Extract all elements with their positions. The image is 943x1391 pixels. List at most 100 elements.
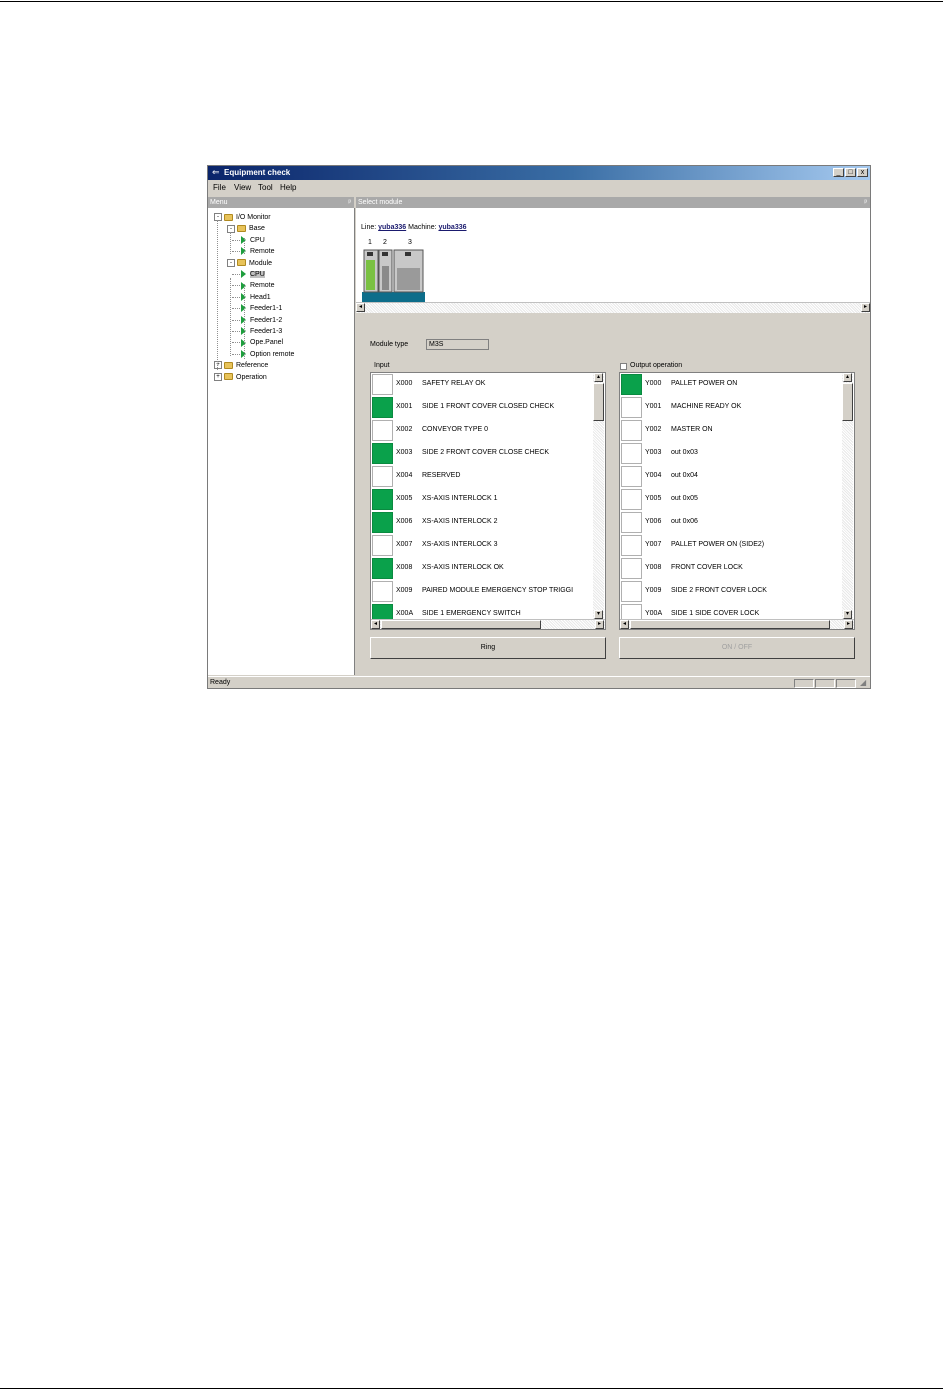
output-vscroll[interactable]: ▴ ▾	[842, 373, 853, 619]
tree-connector	[232, 296, 240, 298]
pin-icon[interactable]: ᵖ	[864, 197, 867, 208]
resize-grip-icon[interactable]: ◢	[860, 677, 866, 688]
output-row[interactable]: Y007 PALLET POWER ON (SIDE2)	[620, 534, 842, 557]
scroll-thumb[interactable]	[842, 383, 853, 421]
scroll-down-icon[interactable]: ▾	[594, 610, 603, 619]
input-row[interactable]: X000 SAFETY RELAY OK	[371, 373, 593, 396]
maximize-button[interactable]: □	[845, 168, 856, 177]
tree-label: Ope.Panel	[250, 339, 284, 347]
input-hscroll[interactable]: ◂ ▸	[371, 619, 605, 629]
io-code: Y002	[645, 426, 662, 433]
tree-label: Reference	[236, 362, 269, 370]
tree-item[interactable]: Ope.Panel	[232, 338, 284, 347]
expand-icon[interactable]: +	[214, 361, 222, 370]
on-off-button[interactable]: ON / OFF	[619, 637, 855, 659]
scroll-thumb[interactable]	[593, 383, 604, 421]
output-row[interactable]: Y004 out 0x04	[620, 465, 842, 488]
scroll-left-icon[interactable]: ◂	[356, 303, 365, 312]
output-hscroll[interactable]: ◂ ▸	[620, 619, 854, 629]
status-lamp	[621, 374, 642, 395]
output-operation-label: Output operation	[630, 362, 683, 369]
collapse-icon[interactable]: -	[227, 224, 235, 233]
input-vscroll[interactable]: ▴ ▾	[593, 373, 604, 619]
menu-view[interactable]: View	[234, 183, 251, 192]
input-row[interactable]: X007 XS-AXIS INTERLOCK 3	[371, 534, 593, 557]
tree-item[interactable]: Feeder1-3	[232, 327, 283, 336]
output-operation-checkbox[interactable]	[620, 363, 627, 370]
tree-item[interactable]: Remote	[232, 281, 275, 290]
close-button[interactable]: x	[857, 168, 868, 177]
title-bar[interactable]: ⇐ Equipment check _ □ x	[208, 166, 870, 180]
scroll-right-icon[interactable]: ▸	[861, 303, 870, 312]
input-list[interactable]: X000 SAFETY RELAY OK X001 SIDE 1 FRONT COVE…	[370, 372, 606, 630]
output-row[interactable]: Y002 MASTER ON	[620, 419, 842, 442]
output-list[interactable]: Y000 PALLET POWER ON Y001 MACHINE READY OK Y…	[619, 372, 855, 630]
status-lamp	[621, 466, 642, 487]
collapse-icon[interactable]: -	[214, 213, 222, 222]
select-module-hscroll[interactable]: ◂ ▸	[356, 302, 870, 313]
status-lamp	[372, 443, 393, 464]
output-row[interactable]: Y009 SIDE 2 FRONT COVER LOCK	[620, 580, 842, 603]
menu-tool[interactable]: Tool	[258, 183, 273, 192]
tree-folder[interactable]: - I/O Monitor	[214, 213, 271, 222]
input-row[interactable]: X005 XS-AXIS INTERLOCK 1	[371, 488, 593, 511]
output-row[interactable]: Y000 PALLET POWER ON	[620, 373, 842, 396]
io-code: X002	[396, 426, 413, 433]
input-row[interactable]: X002 CONVEYOR TYPE 0	[371, 419, 593, 442]
output-row[interactable]: Y008 FRONT COVER LOCK	[620, 557, 842, 580]
scroll-left-icon[interactable]: ◂	[620, 620, 629, 629]
scroll-thumb[interactable]	[630, 620, 830, 629]
output-row[interactable]: Y001 MACHINE READY OK	[620, 396, 842, 419]
output-row[interactable]: Y006 out 0x06	[620, 511, 842, 534]
tree-connector	[217, 220, 218, 370]
input-row[interactable]: X003 SIDE 2 FRONT COVER CLOSE CHECK	[371, 442, 593, 465]
tree-folder[interactable]: - Module	[227, 258, 272, 268]
output-row[interactable]: Y003 out 0x03	[620, 442, 842, 465]
expand-icon[interactable]: +	[214, 372, 222, 381]
scroll-left-icon[interactable]: ◂	[371, 620, 380, 629]
menu-tree: - I/O Monitor - Base CPU Remote - Module CPU Remo…	[208, 208, 355, 675]
io-code: Y005	[645, 495, 662, 502]
io-name: SIDE 1 SIDE COVER LOCK	[671, 610, 760, 617]
input-row[interactable]: X009 PAIRED MODULE EMERGENCY STOP TRIGGI	[371, 580, 593, 603]
scroll-right-icon[interactable]: ▸	[844, 620, 853, 629]
status-lamp	[621, 420, 642, 441]
machine-link[interactable]: yuba336	[438, 224, 466, 231]
module-diagram[interactable]: 1 2 3	[362, 239, 425, 302]
tree-connector	[232, 353, 240, 355]
tree-folder[interactable]: - Base	[227, 224, 265, 233]
menu-help[interactable]: Help	[280, 183, 296, 192]
folder-icon	[237, 225, 246, 233]
tree-item[interactable]: Feeder1-2	[232, 315, 282, 325]
scroll-up-icon[interactable]: ▴	[594, 373, 603, 382]
tree-label: Feeder1-3	[250, 328, 283, 335]
collapse-icon[interactable]: -	[227, 258, 235, 267]
tree-item[interactable]: Head1	[232, 292, 271, 302]
scroll-down-icon[interactable]: ▾	[843, 610, 852, 619]
io-code: Y004	[645, 472, 662, 479]
status-panel	[794, 679, 814, 688]
scroll-up-icon[interactable]: ▴	[843, 373, 852, 382]
input-row[interactable]: X001 SIDE 1 FRONT COVER CLOSED CHECK	[371, 396, 593, 419]
ring-button[interactable]: Ring	[370, 637, 606, 659]
tree-item[interactable]: CPU	[232, 270, 265, 279]
tree-item[interactable]: Feeder1-1	[232, 304, 282, 313]
input-row[interactable]: X006 XS-AXIS INTERLOCK 2	[371, 511, 593, 534]
status-lamp	[621, 443, 642, 464]
line-link[interactable]: yuba336	[378, 224, 406, 231]
menu-file[interactable]: File	[213, 183, 226, 192]
tree-folder[interactable]: + Operation	[214, 372, 267, 382]
input-row[interactable]: X008 XS-AXIS INTERLOCK OK	[371, 557, 593, 580]
status-lamp	[372, 397, 393, 418]
output-row[interactable]: Y005 out 0x05	[620, 488, 842, 511]
scroll-right-icon[interactable]: ▸	[595, 620, 604, 629]
io-name: SIDE 1 EMERGENCY SWITCH	[422, 610, 521, 617]
scroll-thumb[interactable]	[381, 620, 541, 629]
io-code: Y000	[645, 380, 662, 387]
minimize-button[interactable]: _	[833, 168, 844, 177]
tree-item[interactable]: Remote	[232, 247, 275, 256]
pin-icon[interactable]: ᵖ	[348, 197, 351, 208]
input-row[interactable]: X004 RESERVED	[371, 465, 593, 488]
tree-item[interactable]: Option remote	[232, 349, 294, 359]
tree-folder[interactable]: + Reference	[214, 361, 268, 370]
